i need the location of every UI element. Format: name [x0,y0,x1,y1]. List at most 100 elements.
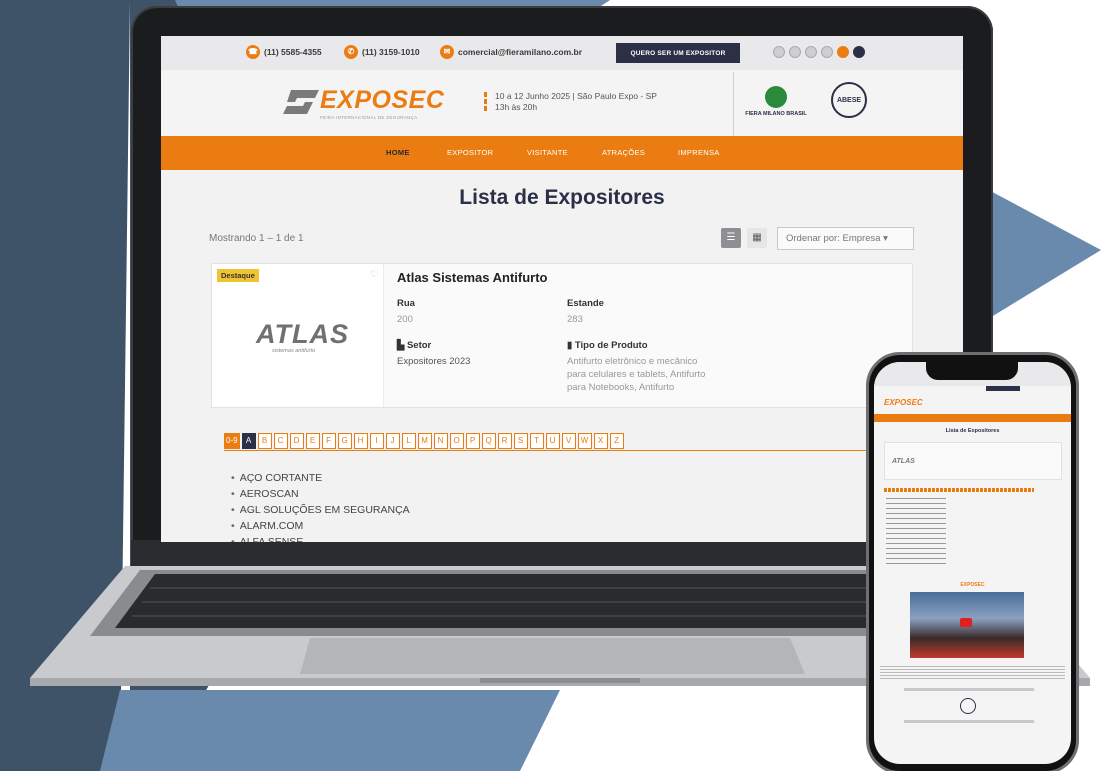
tipo-line: Antifurto eletrônico e mecânico [567,356,698,367]
alphabet-divider [224,450,963,451]
alphabet-letter[interactable]: O [449,433,464,449]
abese-logo[interactable]: ABESE [831,82,867,118]
phone-contact-1[interactable]: ☎ (11) 5585-4355 [246,45,322,59]
phone-text-block [880,666,1065,680]
atlas-logo-sub: sistemas antifurto [272,348,316,354]
list-view-icon[interactable]: ☰ [721,228,741,248]
tipo-line: para Notebooks, Antifurto [567,382,675,393]
exhibitor-list-item[interactable]: ALARM.COM [231,518,410,534]
language-pt-icon[interactable] [837,46,849,58]
rua-value: 200 [397,314,413,325]
factory-icon: ▙ [397,340,407,351]
sort-select[interactable]: Ordenar por: Empresa ▾ [777,227,914,250]
alphabet-letter[interactable]: I [369,433,384,449]
exhibitor-list-item[interactable]: AGL SOLUÇÕES EM SEGURANÇA [231,502,410,518]
alphabet-letter[interactable]: Q [481,433,496,449]
phone-screen: EXPOSEC Lista de Expositores ATLAS EXPOS… [874,362,1071,764]
alphabet-letter[interactable]: J [385,433,400,449]
setor-label: Setor [406,340,432,351]
email-contact[interactable]: ✉ comercial@fieramilano.com.br [440,45,582,59]
exhibitor-list: AÇO CORTANTEAEROSCANAGL SOLUÇÕES EM SEGU… [231,470,410,542]
exhibitor-list-item[interactable]: AEROSCAN [231,486,410,502]
laptop-screen: ☎ (11) 5585-4355 ✆ (11) 3159-1010 ✉ come… [161,36,963,542]
tipo-label: Tipo de Produto [574,340,648,351]
exposec-logo[interactable]: EXPOSEC [320,86,444,115]
alphabet-letter[interactable]: M [417,433,432,449]
setor-value: Expositores 2023 [397,356,471,367]
phone-alphabet[interactable] [884,488,1034,492]
exhibitor-name[interactable]: Atlas Sistemas Antifurto [397,270,548,285]
nav-atracoes[interactable]: ATRAÇÕES [602,148,645,157]
header-divider [733,72,734,136]
alphabet-letter[interactable]: L [401,433,416,449]
alphabet-letter[interactable]: G [337,433,352,449]
exhibitor-card[interactable]: Destaque ♡ ATLAS sistemas antifurto Atla… [211,263,913,408]
alphabet-letter[interactable]: B [257,433,272,449]
phone-contact-2[interactable]: ✆ (11) 3159-1010 [344,45,420,59]
atlas-logo: ATLAS [256,319,349,349]
phone-section-title: EXPOSEC [960,582,985,588]
logo-subtitle: FEIRA INTERNACIONAL DE SEGURANÇA [320,115,418,120]
fiera-milano-logo[interactable]: FIERA MILANO BRASIL [741,86,811,117]
event-date: 10 a 12 Junho 2025 | São Paulo Expo - SP [495,91,657,101]
phone1-text: (11) 5585-4355 [264,47,322,57]
site-header: EXPOSEC FEIRA INTERNACIONAL DE SEGURANÇA… [161,70,963,136]
instagram-icon[interactable] [773,46,785,58]
facebook-icon[interactable] [789,46,801,58]
tipo-value: Antifurto eletrônico e mecânico para cel… [567,355,705,394]
exhibitor-logo-box: Destaque ♡ ATLAS sistemas antifurto [212,264,384,407]
page-title: Lista de Expositores [459,186,665,209]
phone-cta[interactable] [986,386,1020,391]
alphabet-filter: 0-9 A B C D E F G H I J L M N O P Q R S T U V W X Z [224,433,624,449]
bookmark-icon: ▮ [567,340,575,351]
alphabet-letter[interactable]: S [513,433,528,449]
alphabet-letter[interactable]: W [577,433,592,449]
language-en-icon[interactable] [853,46,865,58]
featured-badge: Destaque [217,269,259,282]
phone-atlas-logo: ATLAS [892,458,915,465]
fiera-milano-icon [765,86,787,108]
nav-expositor[interactable]: EXPOSITOR [447,148,493,157]
alphabet-letter[interactable]: F [321,433,336,449]
alphabet-letter[interactable]: U [545,433,560,449]
rua-label: Rua [397,298,415,309]
alphabet-letter[interactable]: A [241,433,256,449]
event-marker [484,92,488,112]
play-icon[interactable] [960,618,972,627]
exposec-logo-icon [283,90,319,114]
linkedin-icon[interactable] [805,46,817,58]
become-exhibitor-button[interactable]: QUERO SER UM EXPOSITOR [616,43,740,63]
alphabet-letter[interactable]: 0-9 [224,433,240,449]
nav-home[interactable]: HOME [386,148,410,157]
fiera-milano-text: FIERA MILANO BRASIL [745,111,807,117]
estande-value: 283 [567,314,583,325]
alphabet-letter[interactable]: R [497,433,512,449]
alphabet-letter[interactable]: C [273,433,288,449]
scene: ☎ (11) 5585-4355 ✆ (11) 3159-1010 ✉ come… [0,0,1101,771]
alphabet-letter[interactable]: X [593,433,608,449]
alphabet-letter[interactable]: H [353,433,368,449]
tipo-line: para celulares e tablets, Antifurto [567,369,706,380]
nav-visitante[interactable]: VISITANTE [527,148,568,157]
nav-imprensa[interactable]: IMPRENSA [678,148,720,157]
setor-field: ▙ Setor [397,340,431,351]
phone-logo[interactable]: EXPOSEC [884,398,923,407]
event-hours: 13h às 20h [495,102,538,112]
exhibitor-list-item[interactable]: ALFA SENSE [231,534,410,542]
alphabet-letter[interactable]: Z [609,433,624,449]
alphabet-letter[interactable]: E [305,433,320,449]
alphabet-letter[interactable]: T [529,433,544,449]
exhibitor-list-item[interactable]: AÇO CORTANTE [231,470,410,486]
phone-divider [904,720,1034,723]
phone-list [886,498,946,568]
alphabet-letter[interactable]: V [561,433,576,449]
youtube-icon[interactable] [821,46,833,58]
alphabet-letter[interactable]: P [465,433,480,449]
favorite-icon[interactable]: ♡ [370,269,378,280]
top-contact-bar: ☎ (11) 5585-4355 ✆ (11) 3159-1010 ✉ come… [161,36,963,70]
alphabet-letter[interactable]: D [289,433,304,449]
event-info: 10 a 12 Junho 2025 | São Paulo Expo - SP… [495,91,657,113]
alphabet-letter[interactable]: N [433,433,448,449]
phone-icon: ☎ [246,45,260,59]
grid-view-icon[interactable]: ▦ [747,228,767,248]
